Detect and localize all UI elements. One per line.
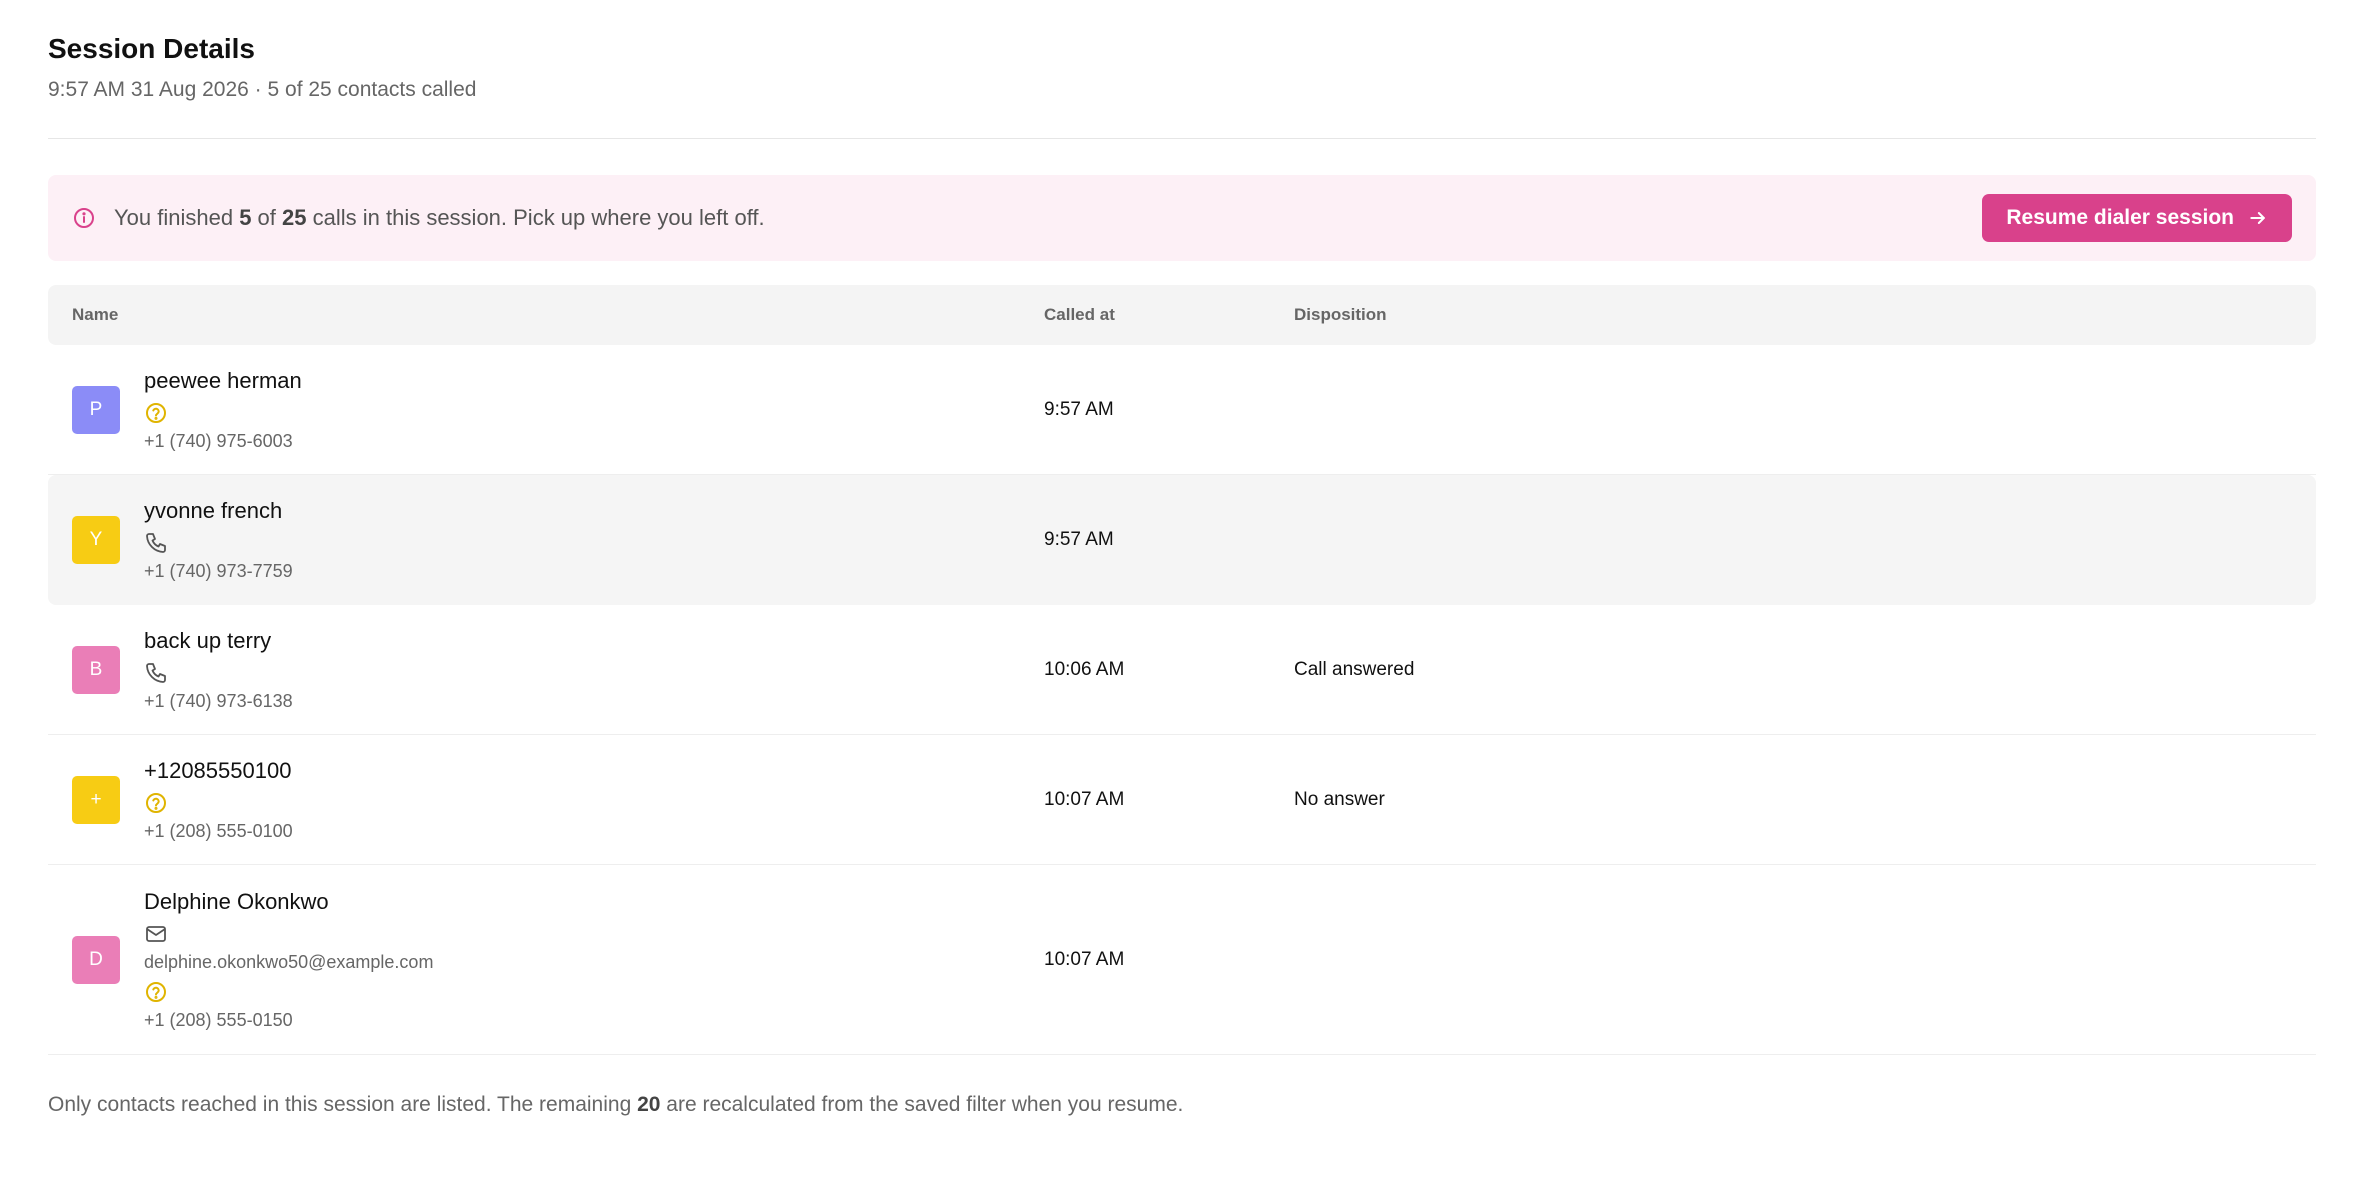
contact-phone: +1 (208) 555-0100 [144, 820, 293, 841]
contact-info: yvonne french +1 (740) 973-7759 [144, 497, 293, 583]
avatar: B [72, 645, 120, 694]
resume-banner: You finished 5 of 25 calls in this sessi… [48, 175, 2316, 261]
cell-called-at: 10:07 AM [1044, 788, 1125, 810]
cell-name: + +12085550100 +1 (208) 555-0100 [48, 757, 1044, 843]
contact-phone: +1 (740) 973-7759 [144, 561, 293, 581]
cell-disposition: No answer [1294, 788, 1385, 810]
contacts-table: Name Called at Disposition Ppeewee herma… [48, 285, 2316, 1055]
column-header-disposition[interactable]: Disposition [1294, 305, 2316, 325]
contact-phone: +1 (740) 973-6138 [144, 690, 293, 711]
contact-name[interactable]: yvonne french [144, 497, 293, 525]
remaining-count: 20 [637, 1093, 661, 1116]
avatar: P [72, 385, 120, 434]
question-circle-icon [144, 791, 168, 815]
table-header: Name Called at Disposition [48, 285, 2316, 345]
arrow-right-icon [2250, 212, 2265, 224]
session-details-page: Session Details 9:57 AM 31 Aug 2026 · 5 … [0, 0, 2364, 1117]
cell-disposition: Call answered [1294, 658, 1415, 680]
page-header: Session Details 9:57 AM 31 Aug 2026 · 5 … [48, 0, 2316, 104]
contact-info: Delphine Okonkwo delphine.okonkwo50@examp… [144, 888, 433, 1032]
cell-called-at: 9:57 AM [1044, 529, 1114, 550]
contact-name[interactable]: peewee herman [144, 367, 302, 395]
table-row[interactable]: Bback up terry +1 (740) 973-6138 10:06 AM C… [48, 605, 2316, 735]
table-row[interactable]: Yyvonne french +1 (740) 973-7759 9:57 AM [48, 475, 2316, 605]
avatar: + [72, 775, 120, 824]
contact-email: delphine.okonkwo50@example.com [144, 951, 434, 972]
contact-info: back up terry +1 (740) 973-6138 [144, 627, 293, 713]
avatar: D [72, 935, 120, 984]
cell-name: D Delphine Okonkwo delphine.okonkwo50@exam… [48, 888, 1044, 1032]
cell-name: Bback up terry +1 (740) 973-6138 [48, 627, 1044, 713]
info-icon [72, 206, 96, 230]
mail-icon [144, 922, 168, 946]
column-header-name[interactable]: Name [48, 305, 1044, 325]
contact-name[interactable]: Delphine Okonkwo [144, 888, 433, 916]
table-body: Ppeewee herman +1 (740) 975-6003 9:57 AM Yy… [48, 345, 2316, 1055]
contact-name[interactable]: back up terry [144, 627, 293, 655]
question-circle-icon [144, 401, 168, 425]
cell-called-at: 10:07 AM [1044, 948, 1125, 970]
contact-info: +12085550100 +1 (208) 555-0100 [144, 757, 293, 843]
total-count: 25 [282, 205, 307, 230]
page-title: Session Details [48, 33, 255, 64]
table-row[interactable]: Ppeewee herman +1 (740) 975-6003 9:57 AM [48, 345, 2316, 475]
cell-name: Yyvonne french +1 (740) 973-7759 [48, 497, 1044, 583]
resume-dialer-session-button[interactable]: Resume dialer session [1982, 194, 2292, 242]
cell-called-at: 9:57 AM [1044, 398, 1114, 420]
contact-info: peewee herman +1 (740) 975-6003 [144, 367, 302, 453]
avatar: Y [72, 516, 120, 564]
banner-message: You finished 5 of 25 calls in this sessi… [114, 205, 765, 230]
phone-icon [144, 531, 168, 555]
question-circle-icon [144, 980, 168, 1004]
table-row[interactable]: D Delphine Okonkwo delphine.okonkwo50@exam… [48, 865, 2316, 1055]
contact-name[interactable]: +12085550100 [144, 757, 293, 785]
phone-icon [144, 661, 168, 685]
table-row[interactable]: + +12085550100 +1 (208) 555-0100 10:07 AM No… [48, 735, 2316, 865]
footnote: Only contacts reached in this session ar… [48, 1093, 1184, 1116]
cell-name: Ppeewee herman +1 (740) 975-6003 [48, 367, 1044, 453]
page-subtitle: 9:57 AM 31 Aug 2026 · 5 of 25 contacts c… [48, 78, 477, 101]
column-header-called-at[interactable]: Called at [1044, 305, 1294, 325]
resume-button-label: Resume dialer session [2006, 206, 2234, 229]
cell-called-at: 10:06 AM [1044, 658, 1125, 680]
contact-phone: +1 (740) 975-6003 [144, 430, 293, 451]
finished-count: 5 [239, 205, 252, 230]
contact-phone: +1 (208) 555-0150 [144, 1009, 293, 1030]
header-divider [48, 138, 2316, 139]
